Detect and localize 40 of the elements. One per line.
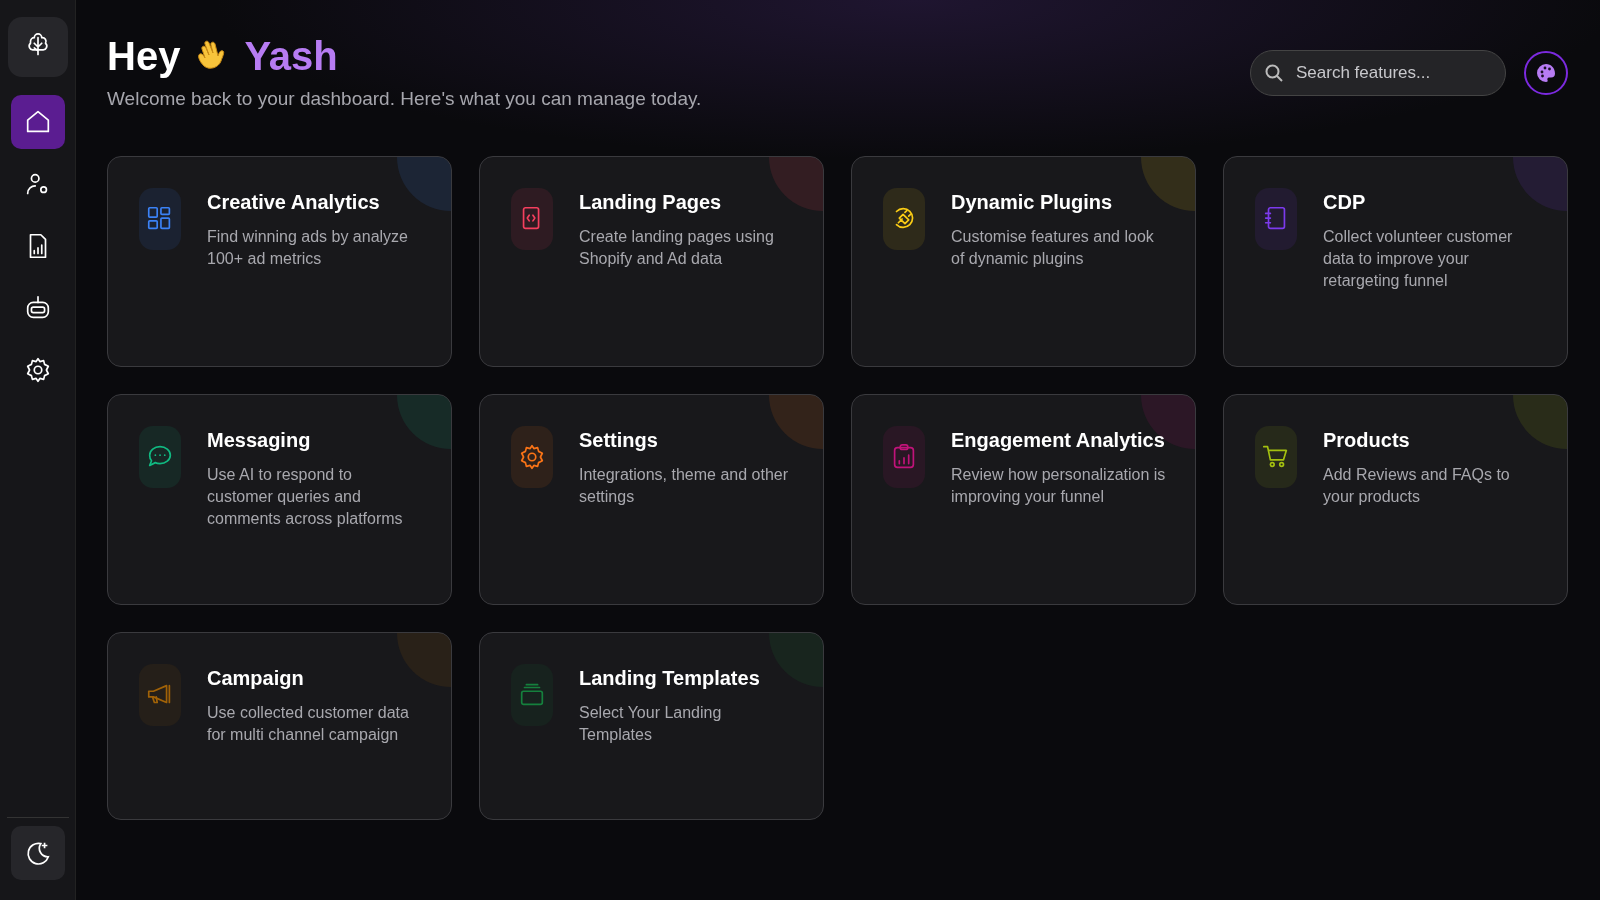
card-title: Landing Templates [579, 667, 761, 690]
card-description: Review how personalization is improving your funnel [951, 465, 1166, 507]
feature-card[interactable]: Campaign Use collected customer data for multi channel campaign [107, 632, 452, 820]
card-description: Find winning ads by analyze 100+ ad metrics [207, 227, 409, 269]
greeting-text: Hey [107, 33, 181, 79]
welcome-subtitle: Welcome back to your dashboard. Here's what you can manage today. [107, 88, 702, 110]
nav-item[interactable] [7, 17, 68, 77]
search-icon [1264, 63, 1284, 83]
card-title: Landing Pages [579, 191, 723, 214]
card-description: Collect volunteer customer data to improve your retargeting funnel [1323, 227, 1514, 291]
feature-card[interactable]: Landing Pages Create landing pages using Shopify and Ad data [479, 156, 824, 367]
palette-icon [1535, 62, 1557, 84]
card-title: Products [1323, 429, 1411, 452]
feature-card[interactable]: Messaging Use AI to respond to customer queries and comments across platforms [107, 394, 452, 605]
theme-toggle-button[interactable] [10, 826, 65, 880]
feature-card[interactable]: Dynamic Plugins Customise features and look of dynamic plugins [851, 156, 1196, 367]
feature-card[interactable]: Landing Templates Select Your Landing Templates [479, 632, 824, 820]
card-title: Engagement Analytics [951, 429, 1166, 452]
card-description: Use collected customer data for multi channel campaign [207, 703, 410, 745]
nav-item[interactable] [10, 95, 65, 149]
card-title: Messaging [207, 429, 312, 452]
card-title: Settings [579, 429, 659, 452]
search-field[interactable]: Search features... [1250, 50, 1506, 96]
card-description: Customise features and look of dynamic plugins [951, 227, 1155, 269]
card-description: Select Your Landing Templates [579, 703, 723, 745]
card-title: Campaign [207, 667, 305, 690]
feature-card[interactable]: Products Add Reviews and FAQs to your products [1223, 394, 1568, 605]
feature-card[interactable]: CDP Collect volunteer customer data to improve your retargeting funnel [1223, 156, 1568, 367]
card-description: Add Reviews and FAQs to your products [1323, 465, 1511, 507]
card-title: Dynamic Plugins [951, 191, 1114, 214]
user-name: Yash [244, 33, 338, 79]
feature-card[interactable]: Settings Integrations, theme and other settings [479, 394, 824, 605]
card-title: Creative Analytics [207, 191, 381, 214]
card-title: CDP [1323, 191, 1367, 214]
feature-card[interactable]: Creative Analytics Find winning ads by analyze 100+ ad metrics [107, 156, 452, 367]
card-description: Integrations, theme and other settings [579, 465, 790, 507]
theme-palette-button[interactable] [1524, 51, 1568, 95]
card-description: Create landing pages using Shopify and Ad data [579, 227, 775, 269]
card-description: Use AI to respond to customer queries and comments across platforms [207, 465, 404, 529]
feature-card[interactable]: Engagement Analytics Review how personalization is improving your funnel [851, 394, 1196, 605]
